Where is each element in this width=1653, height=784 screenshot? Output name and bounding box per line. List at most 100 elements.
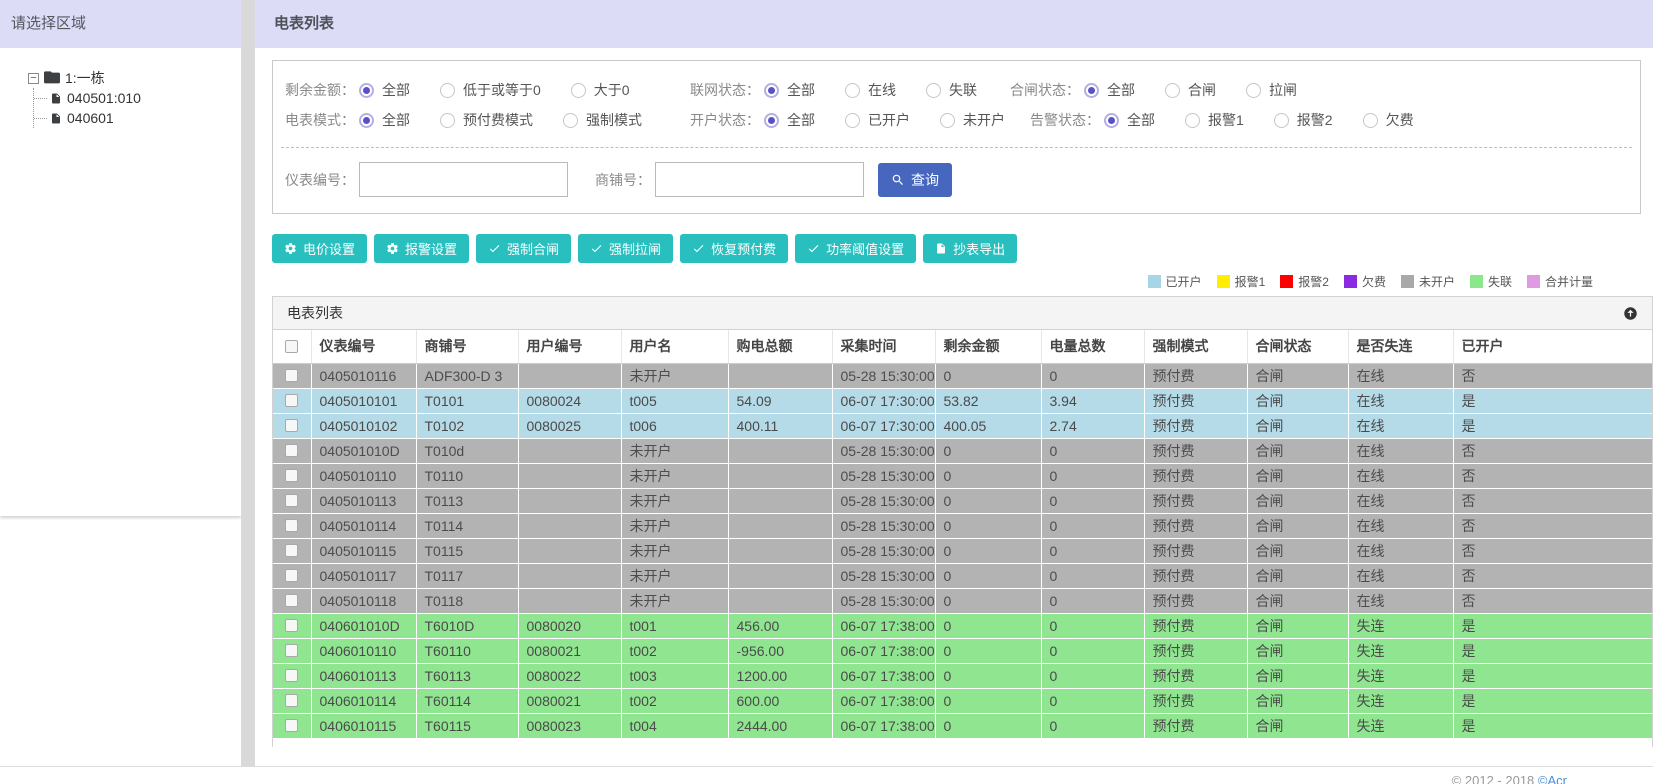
radio-option[interactable]: 全部 <box>764 80 815 100</box>
radio-option[interactable]: 预付费模式 <box>440 110 533 130</box>
radio-option[interactable]: 全部 <box>764 110 815 130</box>
radio-button-icon[interactable] <box>570 82 586 98</box>
radio-button-icon[interactable] <box>926 82 941 98</box>
table-row[interactable]: 0405010101 T0101 0080024 t005 54.09 06-07 17:… <box>273 388 1652 414</box>
table-cell: 0 <box>1041 588 1145 614</box>
radio-option[interactable]: 合闸 <box>1165 80 1216 100</box>
action-button-label: 电价设置 <box>303 242 356 257</box>
table-row[interactable]: 040601010D T6010D 0080020 t001 456.00 06-07 1… <box>273 613 1652 639</box>
tree-node-leaf[interactable]: 040501:010 <box>34 88 241 108</box>
radio-label: 报警1 <box>1208 112 1244 128</box>
row-checkbox[interactable] <box>285 669 299 682</box>
tree-node-root[interactable]: − 1:一栋 <box>0 68 241 88</box>
action-button[interactable]: 抄表导出 <box>923 234 1018 263</box>
legend-item: 报警1 <box>1216 273 1265 290</box>
radio-option[interactable]: 未开户 <box>940 110 1005 130</box>
row-checkbox[interactable] <box>285 594 299 607</box>
radio-option[interactable]: 大于0 <box>570 80 630 100</box>
radio-button-icon[interactable] <box>845 82 860 98</box>
row-checkbox[interactable] <box>285 719 299 732</box>
action-button[interactable]: 电价设置 <box>272 234 368 263</box>
table-cell: 是 <box>1453 388 1652 414</box>
radio-option[interactable]: 拉闸 <box>1246 80 1297 100</box>
main-content: 剩余金额： 全部 低于或等于0 大于0 联网状态： 全部 在线 失联 合闸状态： 全部 合闸 拉闸 电表… <box>255 48 1653 747</box>
row-checkbox[interactable] <box>285 544 299 557</box>
table-row[interactable]: 0406010115 T60115 0080023 t004 2444.00 06-07 … <box>273 713 1652 739</box>
table-cell: 0 <box>1041 713 1145 739</box>
radio-option[interactable]: 欠费 <box>1362 110 1414 130</box>
copyright-link[interactable]: ©Acr <box>1538 773 1567 784</box>
table-row[interactable]: 0406010114 T60114 0080021 t002 600.00 06-07 1… <box>273 688 1652 714</box>
radio-button-icon[interactable] <box>1185 112 1200 128</box>
radio-button-icon[interactable] <box>440 82 455 98</box>
row-checkbox[interactable] <box>285 644 299 657</box>
row-checkbox[interactable] <box>285 619 299 632</box>
radio-option[interactable]: 全部 <box>359 80 410 100</box>
table-row[interactable]: 0405010110 T0110 未开户 05-28 15:30:00 0 0 预付费 合闸在… <box>273 463 1652 489</box>
radio-option[interactable]: 强制模式 <box>563 110 642 130</box>
collapse-node-icon[interactable]: − <box>28 72 39 84</box>
radio-button-icon[interactable] <box>764 112 779 128</box>
action-button[interactable]: 强制拉闸 <box>578 234 674 263</box>
search-button[interactable]: 查询 <box>878 162 952 197</box>
row-checkbox[interactable] <box>285 394 299 407</box>
radio-option[interactable]: 报警2 <box>1273 110 1333 130</box>
table-cell: t005 <box>621 388 729 414</box>
radio-option[interactable]: 报警1 <box>1185 110 1244 130</box>
table-row[interactable]: 0405010117 T0117 未开户 05-28 15:30:00 0 0 预付费 合闸在… <box>273 563 1652 589</box>
radio-option[interactable]: 已开户 <box>845 110 910 130</box>
table-row[interactable]: 0405010115 T0115 未开户 05-28 15:30:00 0 0 预付费 合闸在… <box>273 538 1652 564</box>
table-row[interactable]: 0406010110 T60110 0080021 t002 -956.00 06-07 … <box>273 638 1652 664</box>
row-checkbox[interactable] <box>285 419 299 432</box>
table-row[interactable]: 0406010113 T60113 0080022 t003 1200.00 06-07 … <box>273 663 1652 689</box>
radio-option[interactable]: 全部 <box>1084 80 1135 100</box>
radio-button-icon[interactable] <box>940 112 955 128</box>
table-row[interactable]: 0405010102 T0102 0080025 t006 400.11 06-07 17… <box>273 413 1652 439</box>
row-checkbox[interactable] <box>285 444 299 457</box>
radio-button-icon[interactable] <box>440 112 455 128</box>
table-scroll-area[interactable]: 仪表编号 商铺号 用户编号 用户名 购电总额 采集时间 剩余金额 电量总数 强制模式 合闸状态 是否… <box>273 330 1652 747</box>
shop-no-input[interactable] <box>655 162 864 197</box>
sidebar-splitter[interactable] <box>241 0 255 766</box>
table-row[interactable]: 0405010113 T0113 未开户 05-28 15:30:00 0 0 预付费 合闸在… <box>273 488 1652 514</box>
row-checkbox[interactable] <box>285 519 299 532</box>
action-button[interactable]: 功率阈值设置 <box>795 234 917 263</box>
table-row[interactable]: 040501010D T010d 未开户 05-28 15:30:00 0 0 预付费 合闸在… <box>273 438 1652 464</box>
row-checkbox[interactable] <box>285 369 299 382</box>
row-checkbox[interactable] <box>285 469 299 482</box>
radio-option[interactable]: 失联 <box>926 80 977 100</box>
table-cell: 预付费 <box>1144 638 1248 664</box>
tree-node-leaf[interactable]: 040601 <box>34 108 241 128</box>
action-button[interactable]: 恢复预付费 <box>680 234 789 263</box>
select-all-checkbox[interactable] <box>285 339 299 353</box>
table-row[interactable]: 0405010114 T0114 未开户 05-28 15:30:00 0 0 预付费 合闸在… <box>273 513 1652 539</box>
radio-button-icon[interactable] <box>1165 82 1180 98</box>
radio-button-icon[interactable] <box>359 82 374 98</box>
radio-button-icon[interactable] <box>845 112 860 128</box>
row-checkbox[interactable] <box>285 494 299 507</box>
radio-option[interactable]: 全部 <box>359 110 410 130</box>
table-cell: 53.82 <box>935 388 1042 414</box>
column-header: 仪表编号 <box>311 330 417 364</box>
collapse-panel-icon[interactable] <box>1623 306 1638 321</box>
table-row[interactable]: 0405010118 T0118 未开户 05-28 15:30:00 0 0 预付费 合闸在… <box>273 588 1652 614</box>
column-header: 用户编号 <box>518 330 622 364</box>
filter-group-label: 合闸状态： <box>1010 82 1080 98</box>
radio-option[interactable]: 在线 <box>845 80 896 100</box>
action-button[interactable]: 强制合闸 <box>476 234 572 263</box>
row-checkbox[interactable] <box>285 569 299 582</box>
radio-button-icon[interactable] <box>1246 82 1261 98</box>
radio-button-icon[interactable] <box>764 82 779 98</box>
action-button[interactable]: 报警设置 <box>374 234 470 263</box>
radio-button-icon[interactable] <box>1362 112 1378 128</box>
radio-button-icon[interactable] <box>1104 112 1119 128</box>
meter-no-input[interactable] <box>359 162 568 197</box>
radio-button-icon[interactable] <box>1273 112 1289 128</box>
row-checkbox[interactable] <box>285 694 299 707</box>
radio-button-icon[interactable] <box>359 112 374 128</box>
radio-option[interactable]: 低于或等于0 <box>440 80 541 100</box>
table-row[interactable]: 0405010116 ADF300-D 3 未开户 05-28 15:30:00 0 0 预… <box>273 363 1652 389</box>
radio-button-icon[interactable] <box>1084 82 1099 98</box>
radio-button-icon[interactable] <box>563 112 578 128</box>
radio-option[interactable]: 全部 <box>1104 110 1155 130</box>
